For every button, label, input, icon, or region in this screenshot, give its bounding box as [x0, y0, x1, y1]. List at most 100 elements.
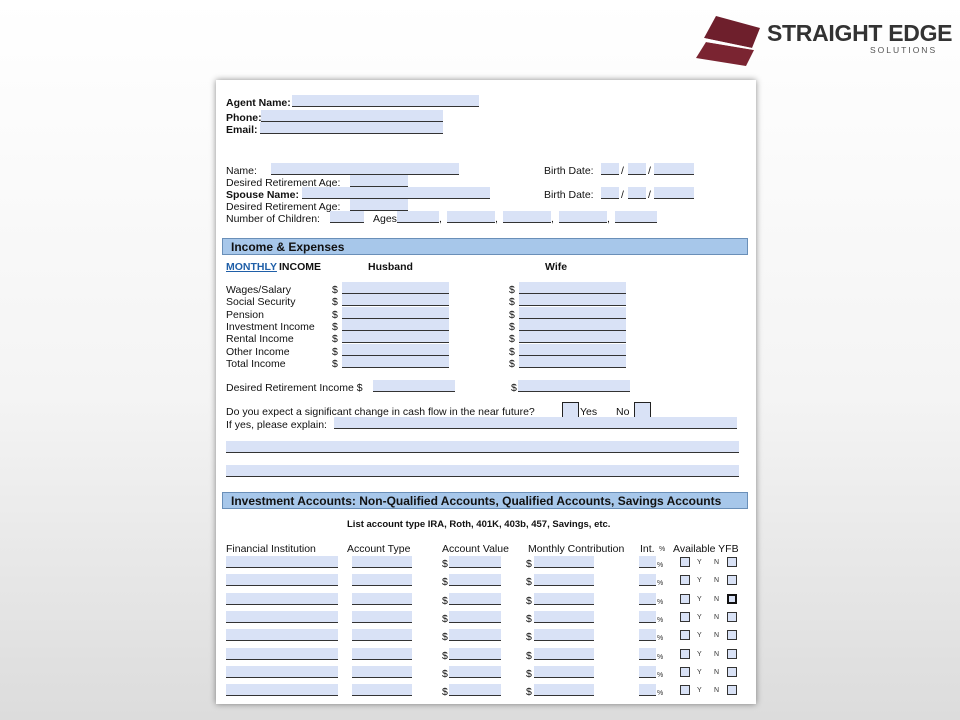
no-checkbox[interactable]: [727, 593, 737, 604]
monthly-contribution-field[interactable]: [534, 610, 594, 623]
yes-checkbox[interactable]: [680, 648, 690, 659]
account-type-field[interactable]: [352, 592, 412, 605]
num-children-field[interactable]: [330, 211, 364, 223]
interest-field[interactable]: [639, 665, 656, 678]
husband-other-income-field[interactable]: [342, 343, 449, 356]
retirement-age-field[interactable]: [350, 175, 408, 187]
birth-day-field[interactable]: [628, 163, 646, 175]
child-age-field[interactable]: [559, 211, 607, 223]
child-age-field[interactable]: [397, 211, 439, 223]
monthly-contribution-field[interactable]: [534, 556, 594, 568]
wife-wages-salary-field[interactable]: [519, 282, 626, 294]
explain-line[interactable]: [226, 441, 739, 453]
account-type-field[interactable]: [352, 574, 412, 587]
institution-field[interactable]: [226, 574, 338, 587]
yes-checkbox[interactable]: [680, 630, 690, 641]
institution-field[interactable]: [226, 684, 338, 697]
email-field[interactable]: [260, 122, 443, 134]
account-type-field[interactable]: [352, 610, 412, 623]
yes-checkbox[interactable]: [562, 402, 579, 418]
monthly-contribution-field[interactable]: [534, 592, 594, 605]
institution-field[interactable]: [226, 610, 338, 623]
no-checkbox[interactable]: [727, 648, 737, 659]
interest-field[interactable]: [639, 574, 656, 587]
wife-investment-income-field[interactable]: [519, 318, 626, 331]
institution-field[interactable]: [226, 629, 338, 642]
account-value-field[interactable]: [449, 574, 501, 587]
monthly-contribution-column-header: Monthly Contribution: [528, 543, 625, 555]
wife-other-income-field[interactable]: [519, 343, 626, 356]
wife-social-security-field[interactable]: [519, 294, 626, 307]
dollar-sign: $: [526, 612, 532, 625]
account-value-field[interactable]: [449, 592, 501, 605]
account-value-field[interactable]: [449, 647, 501, 660]
y-label: Y: [697, 595, 702, 603]
yes-checkbox[interactable]: [680, 575, 690, 586]
spouse-birth-day-field[interactable]: [628, 187, 646, 199]
explain-field[interactable]: [334, 417, 737, 429]
account-value-field[interactable]: [449, 629, 501, 642]
yes-checkbox[interactable]: [680, 611, 690, 622]
interest-field[interactable]: [639, 647, 656, 660]
no-checkbox[interactable]: [727, 575, 737, 586]
husband-total-income-field[interactable]: [342, 355, 449, 368]
institution-field[interactable]: [226, 647, 338, 660]
wife-total-income-field[interactable]: [519, 355, 626, 368]
monthly-contribution-field[interactable]: [534, 684, 594, 697]
account-type-field[interactable]: [352, 629, 412, 642]
child-age-field[interactable]: [615, 211, 657, 223]
client-name-field[interactable]: [271, 163, 459, 175]
child-age-field[interactable]: [447, 211, 495, 223]
account-value-field[interactable]: [449, 684, 501, 697]
explain-line[interactable]: [226, 465, 739, 477]
husband-pension-field[interactable]: [342, 306, 449, 319]
yes-checkbox[interactable]: [680, 666, 690, 677]
no-checkbox[interactable]: [727, 557, 737, 567]
wife-rental-income-field[interactable]: [519, 331, 626, 344]
child-age-field[interactable]: [503, 211, 551, 223]
yes-checkbox[interactable]: [680, 685, 690, 696]
wife-pension-field[interactable]: [519, 306, 626, 319]
birth-month-field[interactable]: [601, 163, 619, 175]
account-type-field[interactable]: [352, 556, 412, 568]
wife-retirement-income-field[interactable]: [518, 380, 630, 392]
interest-field[interactable]: [639, 592, 656, 605]
institution-field[interactable]: [226, 665, 338, 678]
yes-checkbox[interactable]: [680, 593, 690, 604]
husband-retirement-income-field[interactable]: [373, 380, 455, 392]
spouse-birth-year-field[interactable]: [654, 187, 694, 199]
account-value-field[interactable]: [449, 610, 501, 623]
account-value-field[interactable]: [449, 665, 501, 678]
no-checkbox[interactable]: [727, 630, 737, 641]
birth-year-field[interactable]: [654, 163, 694, 175]
account-type-field[interactable]: [352, 665, 412, 678]
monthly-contribution-field[interactable]: [534, 665, 594, 678]
phone-field[interactable]: [261, 110, 443, 122]
monthly-contribution-field[interactable]: [534, 574, 594, 587]
husband-social-security-field[interactable]: [342, 294, 449, 307]
no-checkbox[interactable]: [634, 402, 651, 418]
interest-field[interactable]: [639, 556, 656, 568]
husband-investment-income-field[interactable]: [342, 318, 449, 331]
account-type-field[interactable]: [352, 647, 412, 660]
account-value-field[interactable]: [449, 556, 501, 568]
husband-wages-salary-field[interactable]: [342, 282, 449, 294]
no-checkbox[interactable]: [727, 611, 737, 622]
account-type-field[interactable]: [352, 684, 412, 697]
interest-field[interactable]: [639, 610, 656, 623]
no-checkbox[interactable]: [727, 685, 737, 696]
institution-field[interactable]: [226, 592, 338, 605]
monthly-contribution-field[interactable]: [534, 629, 594, 642]
institution-field[interactable]: [226, 556, 338, 568]
spouse-name-field[interactable]: [302, 187, 490, 199]
interest-field[interactable]: [639, 629, 656, 642]
spouse-retirement-age-field[interactable]: [350, 199, 408, 211]
monthly-contribution-field[interactable]: [534, 647, 594, 660]
interest-field[interactable]: [639, 684, 656, 697]
no-checkbox[interactable]: [727, 666, 737, 677]
agent-name-field[interactable]: [292, 95, 479, 107]
spouse-birth-month-field[interactable]: [601, 187, 619, 199]
husband-rental-income-field[interactable]: [342, 331, 449, 344]
yes-checkbox[interactable]: [680, 557, 690, 567]
phone-label: Phone:: [226, 112, 262, 124]
